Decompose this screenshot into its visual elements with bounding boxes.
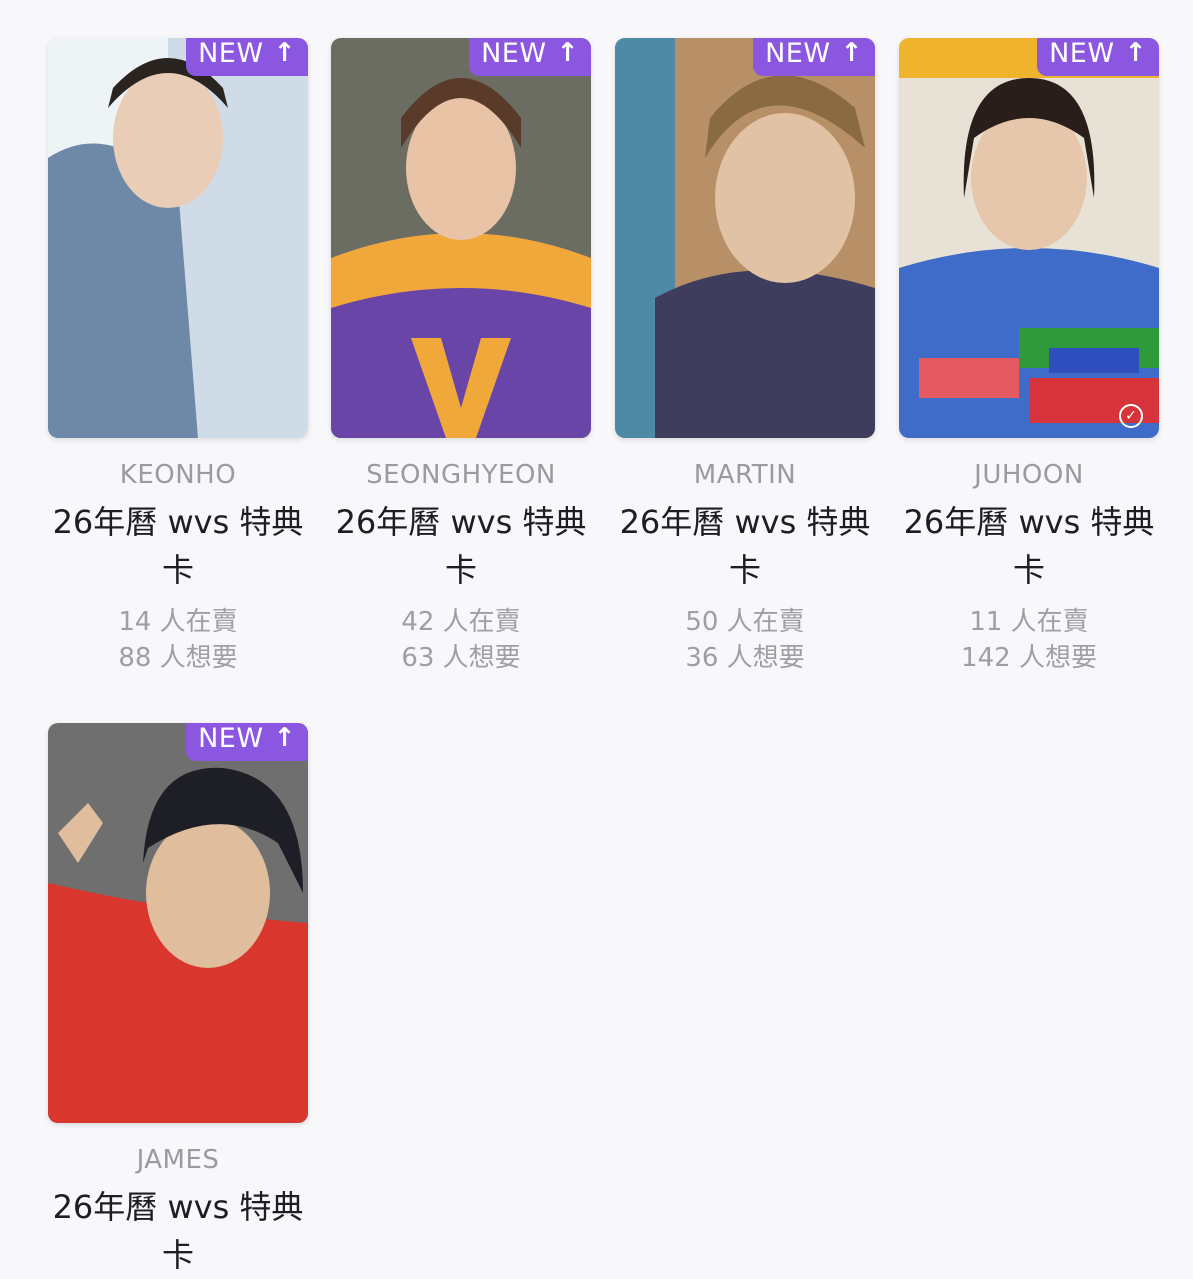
card-title: 26年曆 wvs 特典卡 <box>52 1188 304 1274</box>
new-badge-label: NEW <box>765 38 831 69</box>
member-name: SEONGHYEON <box>366 460 556 490</box>
arrow-up-icon: ↑ <box>273 723 296 753</box>
member-name: JUHOON <box>974 460 1084 490</box>
arrow-up-icon: ↑ <box>1124 38 1147 68</box>
card-title: 26年曆 wvs 特典卡 <box>335 503 587 589</box>
card-title: 26年曆 wvs 特典卡 <box>903 503 1155 589</box>
selling-count: 42 人在賣 <box>401 607 521 637</box>
new-badge: NEW ↑ <box>753 38 875 76</box>
member-name: MARTIN <box>693 460 797 490</box>
wanting-count: 88 人想要 <box>118 643 238 673</box>
member-name: JAMES <box>136 1145 220 1175</box>
photocard-item[interactable]: NEW ↑ MARTIN 26年曆 wvs 特典卡 50 人在賣 36 人想要 <box>615 38 875 676</box>
new-badge-label: NEW <box>1049 38 1115 69</box>
new-badge: NEW ↑ <box>186 38 308 76</box>
photocard-image[interactable]: NEW ↑ <box>48 723 308 1123</box>
photocard-item[interactable]: NEW ↑ SEONGHYEON 26年曆 wvs 特典卡 42 人在賣 63 … <box>331 38 591 676</box>
photocard-photo <box>48 38 308 438</box>
card-title: 26年曆 wvs 特典卡 <box>52 503 304 589</box>
wanting-count: 142 人想要 <box>961 643 1097 673</box>
wanting-count: 36 人想要 <box>685 643 805 673</box>
photocard-image[interactable]: NEW ↑ <box>48 38 308 438</box>
new-badge-label: NEW <box>198 38 264 69</box>
photocard-photo <box>615 38 875 438</box>
photocard-item[interactable]: NEW ↑ ✓ JUHOON 26年曆 wvs 特典卡 11 人在賣 142 人… <box>899 38 1159 676</box>
new-badge: NEW ↑ <box>469 38 591 76</box>
photocard-item[interactable]: NEW ↑ KEONHO 26年曆 wvs 特典卡 14 人在賣 88 人想要 <box>48 38 308 676</box>
photocard-item[interactable]: NEW ↑ JAMES 26年曆 wvs 特典卡 <box>48 723 308 1279</box>
new-badge: NEW ↑ <box>1037 38 1159 76</box>
owned-check-icon: ✓ <box>1119 404 1143 428</box>
selling-count: 14 人在賣 <box>118 607 238 637</box>
arrow-up-icon: ↑ <box>273 38 296 68</box>
wanting-count: 63 人想要 <box>401 643 521 673</box>
member-name: KEONHO <box>119 460 237 490</box>
arrow-up-icon: ↑ <box>556 38 579 68</box>
new-badge: NEW ↑ <box>186 723 308 761</box>
photocard-image[interactable]: NEW ↑ <box>615 38 875 438</box>
photocard-image[interactable]: NEW ↑ <box>331 38 591 438</box>
selling-count: 11 人在賣 <box>969 607 1089 637</box>
card-title: 26年曆 wvs 特典卡 <box>619 503 871 589</box>
new-badge-label: NEW <box>481 38 547 69</box>
photocard-photo <box>48 723 308 1123</box>
photocard-image[interactable]: NEW ↑ ✓ <box>899 38 1159 438</box>
new-badge-label: NEW <box>198 723 264 754</box>
selling-count: 50 人在賣 <box>685 607 805 637</box>
photocard-photo <box>331 38 591 438</box>
photocard-photo <box>899 38 1159 438</box>
arrow-up-icon: ↑ <box>840 38 863 68</box>
